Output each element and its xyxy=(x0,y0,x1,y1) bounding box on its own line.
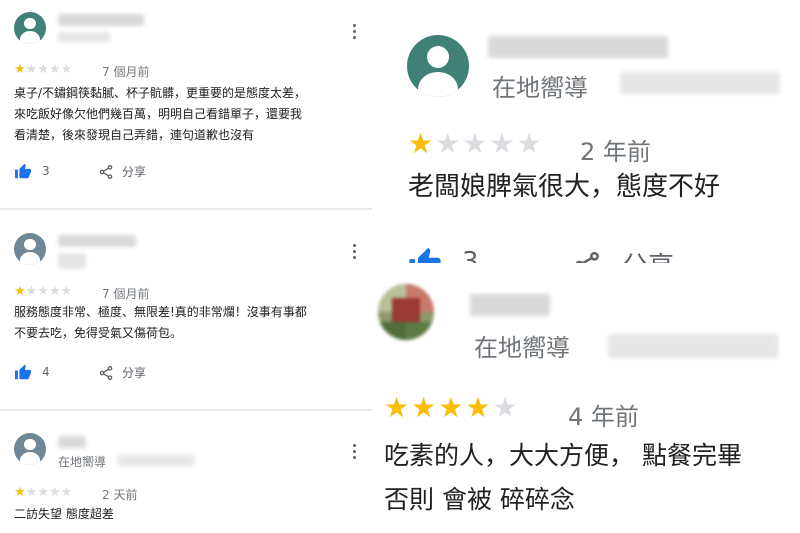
star-empty-icon: ★ xyxy=(60,485,73,500)
star-empty-icon: ★ xyxy=(516,127,544,160)
reviewer-stats xyxy=(118,455,194,466)
share-button[interactable]: 分享 xyxy=(98,163,146,180)
reviewer-name[interactable] xyxy=(488,36,668,58)
review-text-line: 來吃飯好像欠他們幾百萬，明明自己看錯單子，還要我 xyxy=(14,107,303,121)
share-button[interactable]: 分享 xyxy=(98,364,146,381)
share-button[interactable]: 分享 xyxy=(572,246,674,263)
review-text-line: 桌子/不鏽鋼筷黏膩、杯子骯髒，更重要的是態度太差， xyxy=(14,86,307,100)
star-empty-icon: ★ xyxy=(48,485,61,500)
local-guide-badge: 在地嚮導 xyxy=(58,455,107,469)
person-icon xyxy=(24,238,36,251)
review-text: 服務態度非常、極度、無限差!真的非常爛！沒事有事都 不要去吃，免得受氣又傷荷包。 xyxy=(14,302,307,344)
review-text-line: 看清楚，後來發現自己弄錯，連句道歉也沒有 xyxy=(14,128,255,142)
more-vert-icon[interactable] xyxy=(352,24,356,39)
share-label: 分享 xyxy=(122,165,147,179)
like-button[interactable]: 3 xyxy=(14,163,50,179)
review-card-zoomed-bottom: 在地嚮導 ★★★★★ 4 年前 吃素的人，大大方便， 點餐完畢 否則 會被 碎碎… xyxy=(372,270,800,533)
review-time: 2 天前 xyxy=(102,488,138,502)
star-rating: ★★★★★ xyxy=(408,130,544,158)
like-button[interactable]: 4 xyxy=(14,364,50,380)
star-filled-icon: ★ xyxy=(465,391,493,424)
like-count: 4 xyxy=(42,365,50,379)
local-guide-badge: 在地嚮導 xyxy=(474,334,570,362)
person-icon xyxy=(426,46,450,69)
reviewer-name[interactable] xyxy=(58,14,144,26)
share-icon xyxy=(99,365,113,380)
star-empty-icon: ★ xyxy=(25,485,38,500)
reviewer-stats xyxy=(608,334,778,358)
star-empty-icon: ★ xyxy=(48,62,61,77)
star-filled-icon: ★ xyxy=(408,127,436,160)
thumb-up-icon xyxy=(409,247,441,263)
share-icon xyxy=(99,164,113,179)
star-empty-icon: ★ xyxy=(48,284,61,299)
reviewer-stats xyxy=(58,32,110,42)
star-filled-icon: ★ xyxy=(14,485,26,500)
reviewer-name[interactable] xyxy=(470,294,550,316)
star-empty-icon: ★ xyxy=(25,284,38,299)
star-filled-icon: ★ xyxy=(14,284,26,299)
avatar[interactable] xyxy=(14,433,46,465)
share-label: 分享 xyxy=(122,366,147,380)
thumb-up-icon xyxy=(15,163,31,179)
reviewer-name[interactable] xyxy=(58,235,136,247)
local-guide-badge: 在地嚮導 xyxy=(492,74,588,102)
share-icon xyxy=(575,251,599,263)
avatar[interactable] xyxy=(378,284,434,340)
star-rating: ★★★★★ xyxy=(14,63,72,76)
like-count: 3 xyxy=(462,247,479,263)
star-empty-icon: ★ xyxy=(25,62,38,77)
star-empty-icon: ★ xyxy=(492,391,520,424)
star-filled-icon: ★ xyxy=(438,391,466,424)
star-filled-icon: ★ xyxy=(411,391,439,424)
reviewer-name[interactable] xyxy=(58,436,86,448)
more-vert-icon[interactable] xyxy=(352,444,356,459)
star-rating: ★★★★★ xyxy=(14,486,72,499)
review-text: 吃素的人，大大方便， 點餐完畢 否則 會被 碎碎念 xyxy=(384,434,742,522)
star-empty-icon: ★ xyxy=(462,127,490,160)
review-text: 桌子/不鏽鋼筷黏膩、杯子骯髒，更重要的是態度太差， 來吃飯好像欠他們幾百萬，明明… xyxy=(14,83,306,146)
review-list-left: ★★★★★ 7 個月前 桌子/不鏽鋼筷黏膩、杯子骯髒，更重要的是態度太差， 來吃… xyxy=(0,0,372,533)
star-rating: ★★★★★ xyxy=(14,285,72,298)
review-text: 老闆娘脾氣很大，態度不好 xyxy=(408,172,721,202)
star-empty-icon: ★ xyxy=(489,127,517,160)
avatar[interactable] xyxy=(14,233,46,265)
star-filled-icon: ★ xyxy=(384,391,412,424)
star-empty-icon: ★ xyxy=(37,62,49,77)
star-empty-icon: ★ xyxy=(435,127,463,160)
review-time: 2 年前 xyxy=(580,138,651,166)
reviewer-stats xyxy=(58,253,86,269)
review-text-line: 服務態度非常、極度、無限差!真的非常爛！沒事有事都 xyxy=(14,305,307,319)
person-icon xyxy=(24,438,36,451)
like-button[interactable]: 3 xyxy=(408,246,479,263)
star-empty-icon: ★ xyxy=(37,284,49,299)
star-empty-icon: ★ xyxy=(37,485,49,500)
star-rating: ★★★★★ xyxy=(384,394,520,422)
more-vert-icon[interactable] xyxy=(352,244,356,259)
star-empty-icon: ★ xyxy=(60,62,73,77)
like-count: 3 xyxy=(42,164,50,178)
review-text: 二訪失望 態度超差 xyxy=(14,507,114,521)
review-time: 7 個月前 xyxy=(102,65,150,79)
reviewer-stats xyxy=(620,72,780,94)
review-time: 4 年前 xyxy=(568,403,639,431)
avatar[interactable] xyxy=(407,35,469,97)
review-time: 7 個月前 xyxy=(102,287,150,301)
thumb-up-icon xyxy=(15,364,31,380)
review-text-line: 否則 會被 碎碎念 xyxy=(384,485,575,514)
review-card-zoomed-top: 在地嚮導 ★★★★★ 2 年前 老闆娘脾氣很大，態度不好 3 分享 xyxy=(380,0,800,263)
avatar[interactable] xyxy=(14,12,46,44)
person-icon xyxy=(24,17,36,30)
review-text-line: 吃素的人，大大方便， 點餐完畢 xyxy=(384,441,742,470)
star-filled-icon: ★ xyxy=(14,62,26,77)
review-text-line: 不要去吃，免得受氣又傷荷包。 xyxy=(14,326,183,340)
divider xyxy=(0,208,372,210)
star-empty-icon: ★ xyxy=(60,284,73,299)
divider xyxy=(0,409,372,411)
share-label: 分享 xyxy=(622,246,674,263)
